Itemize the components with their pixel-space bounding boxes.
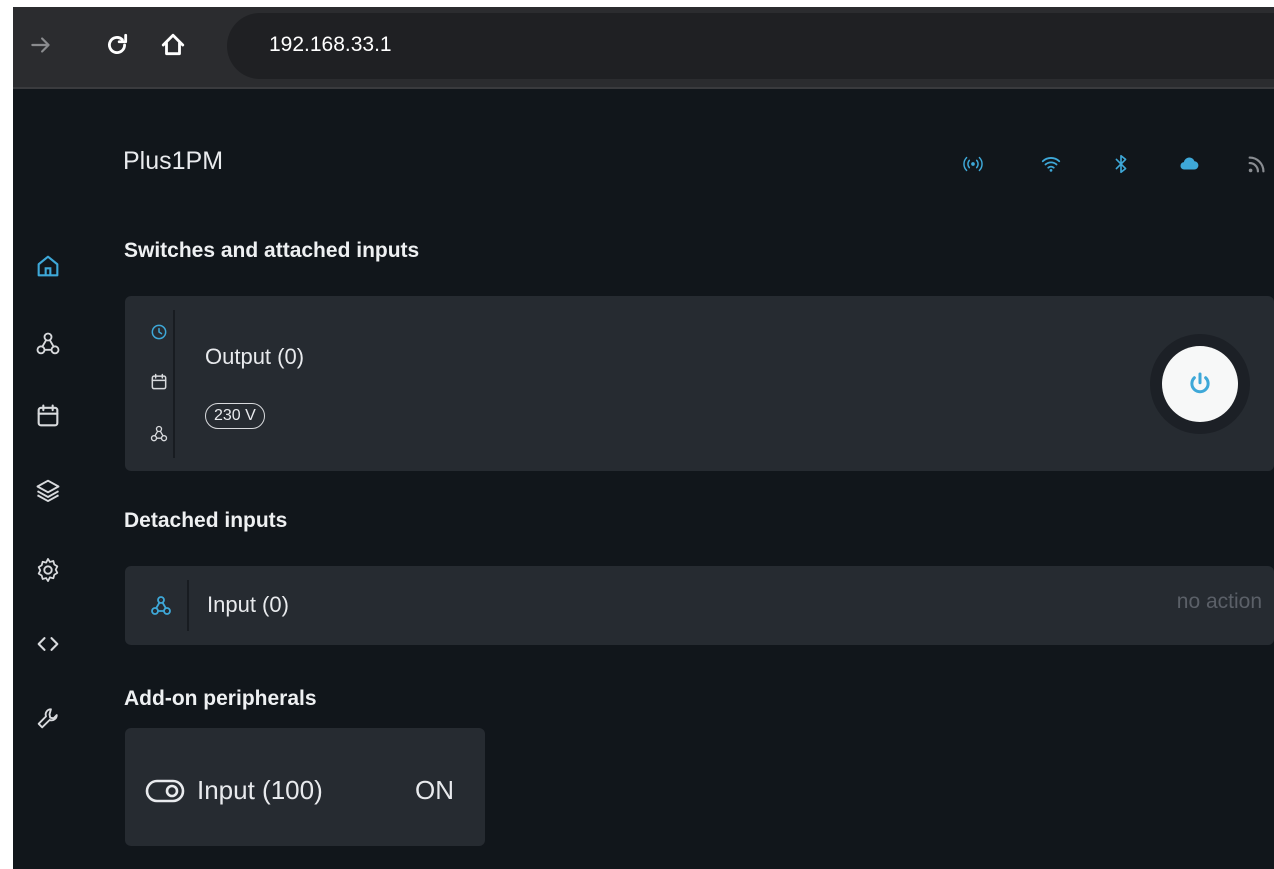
browser-toolbar: 192.168.33.1 xyxy=(13,7,1274,89)
wrench-icon xyxy=(37,708,58,729)
reload-icon xyxy=(108,33,128,54)
addon-input-name: Input (100) xyxy=(197,775,323,805)
home-icon xyxy=(37,255,59,277)
wifi-icon[interactable] xyxy=(1036,149,1066,179)
webhook-icon[interactable] xyxy=(149,594,173,618)
url-text: 192.168.33.1 xyxy=(269,33,392,56)
detached-input-side xyxy=(141,580,189,631)
sidebar-webhooks[interactable] xyxy=(31,327,65,361)
clock-icon[interactable] xyxy=(149,322,169,342)
app-frame: 192.168.33.1 Plus1PM Switches and attach… xyxy=(13,7,1274,869)
power-icon xyxy=(1190,372,1210,394)
device-name: Plus1PM xyxy=(123,147,224,175)
switch-side-icons xyxy=(141,310,175,458)
forward-button[interactable] xyxy=(21,25,61,65)
sidebar-tools[interactable] xyxy=(31,701,65,735)
layers-icon xyxy=(36,479,60,503)
address-bar[interactable]: 192.168.33.1 xyxy=(227,13,1274,79)
detached-input-name: Input (0) xyxy=(207,592,289,617)
webhook-icon[interactable] xyxy=(149,424,169,444)
power-toggle-button[interactable] xyxy=(1162,346,1238,422)
bluetooth-icon[interactable] xyxy=(1106,149,1136,179)
arrow-right-icon xyxy=(31,37,50,53)
addon-input-state: ON xyxy=(415,775,454,805)
calendar-icon xyxy=(37,404,59,427)
detached-section-title: Detached inputs xyxy=(124,509,288,532)
toggle-icon xyxy=(145,778,185,804)
switches-section-title: Switches and attached inputs xyxy=(124,239,420,262)
gear-icon xyxy=(37,558,59,582)
cloud-icon[interactable] xyxy=(1174,149,1204,179)
switch-name: Output (0) xyxy=(205,344,305,369)
sidebar-settings[interactable] xyxy=(31,553,65,587)
power-toggle-ring xyxy=(1150,334,1250,434)
home-button[interactable] xyxy=(153,25,193,65)
house-icon xyxy=(161,33,185,56)
sidebar-scripts[interactable] xyxy=(31,627,65,661)
webhook-icon xyxy=(36,332,60,355)
broadcast-icon[interactable] xyxy=(958,149,988,179)
rss-icon[interactable] xyxy=(1242,149,1272,179)
sidebar-schedules[interactable] xyxy=(31,399,65,433)
sidebar-home[interactable] xyxy=(31,249,65,283)
calendar-icon[interactable] xyxy=(149,372,169,392)
voltage-badge: 230 V xyxy=(205,403,265,429)
addon-card[interactable]: Input (100) ON xyxy=(125,728,485,846)
detached-input-action: no action xyxy=(1176,590,1262,613)
addon-section-title: Add-on peripherals xyxy=(124,687,317,710)
code-icon xyxy=(37,637,59,651)
sidebar-scenes[interactable] xyxy=(31,473,65,507)
switch-card[interactable]: Output (0) 230 V xyxy=(125,296,1274,471)
reload-button[interactable] xyxy=(97,25,137,65)
detached-input-card[interactable]: Input (0) no action xyxy=(125,566,1274,645)
